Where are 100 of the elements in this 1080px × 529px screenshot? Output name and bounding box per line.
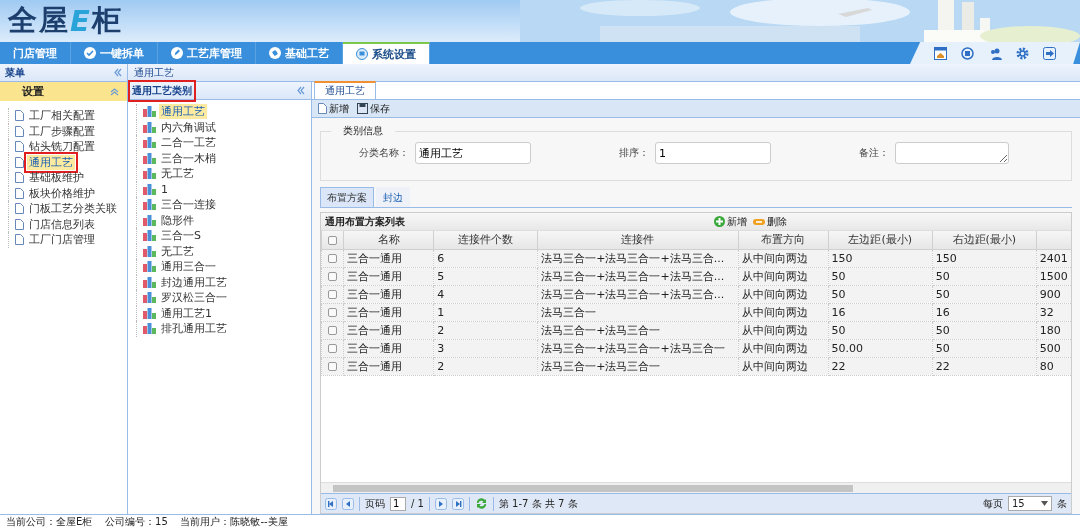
menu-item[interactable]: 工厂相关配置 <box>27 108 97 124</box>
panel-title: 菜单 <box>5 65 25 80</box>
checkbox[interactable] <box>328 326 337 335</box>
bar-chart-icon <box>143 199 156 211</box>
plus-circle-icon <box>714 216 725 227</box>
tree-item[interactable]: 通用工艺 <box>159 104 207 120</box>
bar-chart-icon <box>143 323 156 335</box>
status-text: 当前公司：全屋E柜 公司编号：15 当前用户：陈晓敏--美屋 <box>0 514 1080 529</box>
notes-field[interactable] <box>895 142 1009 164</box>
checkbox[interactable] <box>328 308 337 317</box>
dropdown-caret-icon <box>1041 501 1048 506</box>
document-icon <box>15 125 24 137</box>
menu-item[interactable]: 基础板维护 <box>27 170 86 186</box>
input-field[interactable]: 通用工艺 <box>415 142 531 164</box>
input-field[interactable]: 1 <box>655 142 771 164</box>
checkbox[interactable] <box>328 254 337 263</box>
tree-item[interactable]: 三合一S <box>159 228 203 244</box>
check-circle-icon <box>84 47 96 59</box>
checkbox[interactable] <box>328 235 337 245</box>
tree-item[interactable]: 排孔通用工艺 <box>159 321 229 337</box>
checkbox[interactable] <box>328 344 337 353</box>
new-button[interactable]: 新增 <box>318 101 349 116</box>
minus-icon <box>753 217 765 226</box>
menu-group[interactable]: 设置 <box>22 84 44 99</box>
tree-item[interactable]: 隐形件 <box>159 212 196 228</box>
add-button[interactable]: 新增 <box>714 214 747 229</box>
next-page-button[interactable] <box>434 497 447 510</box>
scrollbar-thumb[interactable] <box>333 484 853 492</box>
checkbox[interactable] <box>328 290 337 299</box>
page-size-select[interactable]: 15 <box>1008 496 1052 511</box>
save-button[interactable]: 保存 <box>357 101 390 116</box>
document-icon <box>15 110 24 122</box>
logo: 全屋E柜 <box>8 2 123 40</box>
nav-tab[interactable]: 系统设置 <box>343 42 430 64</box>
pager-label: / 1 <box>411 498 424 509</box>
logout-icon[interactable] <box>1043 46 1056 60</box>
bar-chart-icon <box>143 292 156 304</box>
tree-item[interactable]: 通用工艺1 <box>159 305 214 321</box>
checkbox[interactable] <box>328 362 337 371</box>
bar-chart-icon <box>143 230 156 242</box>
bar-chart-icon <box>143 168 156 180</box>
tree-item[interactable]: 二合一工艺 <box>159 135 218 151</box>
field-label: 分类名称： <box>358 146 410 160</box>
last-page-button[interactable] <box>451 497 464 510</box>
delete-button[interactable]: 删除 <box>753 214 787 229</box>
tab[interactable]: 通用工艺 <box>314 81 376 99</box>
tree-item[interactable]: 无工艺 <box>159 166 196 182</box>
pager-label: 每页 <box>983 496 1003 511</box>
menu-item[interactable]: 门板工艺分类关联 <box>27 201 119 217</box>
bar-chart-icon <box>143 121 156 133</box>
tree-item[interactable]: 通用三合一 <box>159 259 218 275</box>
document-icon <box>15 172 24 184</box>
bar-chart-icon <box>143 152 156 164</box>
table-cell: 法马三合一+法马三合一+法马三合... <box>537 267 738 285</box>
collapse-left-icon[interactable] <box>113 68 122 77</box>
pager-label: 页码 <box>365 496 385 511</box>
tab[interactable]: 布置方案 <box>320 187 374 207</box>
menu-item[interactable]: 钻头铣刀配置 <box>27 139 97 155</box>
bar-chart-icon <box>143 137 156 149</box>
bar-chart-icon <box>143 261 156 273</box>
tree-item[interactable]: 封边通用工艺 <box>159 274 229 290</box>
menu-item[interactable]: 工厂步骤配置 <box>27 123 97 139</box>
grid-title: 通用布置方案列表 <box>325 214 405 229</box>
pen-circle-icon <box>171 47 183 59</box>
bar-chart-icon <box>143 183 156 195</box>
column-header: 名称 <box>343 231 434 249</box>
settings-icon[interactable] <box>1016 46 1029 60</box>
table-cell: 法马三合一+法马三合一+法马三合... <box>537 285 738 303</box>
collapse-up-icon[interactable] <box>110 87 119 96</box>
bar-chart-icon <box>143 214 156 226</box>
tree-item[interactable]: 内六角调试 <box>159 119 218 135</box>
menu-item[interactable]: 工厂门店管理 <box>27 232 97 248</box>
checkbox[interactable] <box>328 272 337 281</box>
users-icon[interactable] <box>988 46 1002 60</box>
field-label: 排序： <box>618 146 650 160</box>
tree-item[interactable]: 三合一木梢 <box>159 150 218 166</box>
document-icon <box>318 103 327 114</box>
breadcrumb: 通用工艺 <box>134 65 174 80</box>
menu-item[interactable]: 门店信息列表 <box>27 216 97 232</box>
previous-page-button[interactable] <box>342 497 354 510</box>
table-cell: 法马三合一 <box>537 303 738 321</box>
document-icon <box>15 187 24 199</box>
menu-item[interactable]: 通用工艺 <box>27 154 75 170</box>
bar-chart-icon <box>143 245 156 257</box>
first-page-button[interactable] <box>325 497 337 510</box>
tree-item[interactable]: 1 <box>159 182 170 196</box>
pager-label: 条 <box>1057 496 1067 511</box>
tab[interactable]: 封边 <box>376 187 410 207</box>
table-cell: 法马三合一+法马三合一 <box>537 357 738 375</box>
page-field[interactable]: 1 <box>390 496 406 511</box>
tree-item[interactable]: 罗汉松三合一 <box>159 290 229 306</box>
refresh-icon[interactable] <box>474 497 488 510</box>
column-header: 布置方向 <box>738 231 829 249</box>
pager-summary: 第 1-7 条 共 7 条 <box>498 496 578 511</box>
collapse-left-icon[interactable] <box>296 86 305 95</box>
table-cell: 法马三合一+法马三合一 <box>537 321 738 339</box>
menu-item[interactable]: 板块价格维护 <box>27 185 97 201</box>
home-window-icon[interactable] <box>934 46 947 60</box>
tree-item[interactable]: 无工艺 <box>159 243 196 259</box>
tree-item[interactable]: 三合一连接 <box>159 197 218 213</box>
